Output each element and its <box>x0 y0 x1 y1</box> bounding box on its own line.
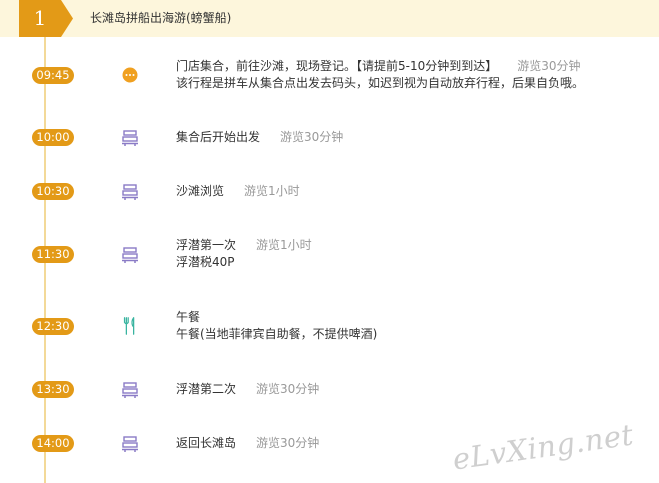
time-badge: 11:30 <box>32 246 74 263</box>
item-text: 浮潜第二次 游览30分钟 <box>176 381 319 398</box>
item-note: 浮潜税40P <box>176 255 235 269</box>
bus-icon <box>122 184 138 200</box>
time-badge: 14:00 <box>32 435 74 452</box>
item-text: 沙滩浏览 游览1小时 <box>176 183 300 200</box>
item-title: 浮潜第二次 <box>176 382 237 396</box>
time-badge: 10:00 <box>32 129 74 146</box>
item-text: 返回长滩岛 游览30分钟 <box>176 435 319 452</box>
bus-icon <box>122 130 138 146</box>
time-badge: 13:30 <box>32 381 74 398</box>
more-icon <box>122 67 138 83</box>
item-text: 门店集合，前往沙滩，现场登记。【请提前5-10分钟到到达】 游览30分钟 该行程是… <box>176 58 584 92</box>
item-duration: 游览30分钟 <box>280 130 344 144</box>
meal-icon <box>123 317 135 335</box>
item-title: 浮潜第一次 <box>176 238 237 252</box>
item-text: 集合后开始出发 游览30分钟 <box>176 129 343 146</box>
item-note: 午餐(当地菲律宾自助餐，不提供啤酒) <box>176 327 378 341</box>
day-header: 1 长滩岛拼船出海游(螃蟹船) <box>0 0 659 37</box>
day-title: 长滩岛拼船出海游(螃蟹船) <box>90 11 232 25</box>
item-title: 集合后开始出发 <box>176 130 261 144</box>
watermark: eLvXing.net <box>450 417 636 477</box>
time-badge: 12:30 <box>32 318 74 335</box>
time-badge: 09:45 <box>32 67 74 84</box>
bus-icon <box>122 436 138 452</box>
item-duration: 游览1小时 <box>256 238 312 252</box>
item-duration: 游览30分钟 <box>256 436 320 450</box>
item-duration: 游览1小时 <box>244 184 300 198</box>
item-text: 午餐 午餐(当地菲律宾自助餐，不提供啤酒) <box>176 309 377 343</box>
item-duration: 游览30分钟 <box>256 382 320 396</box>
time-badge: 10:30 <box>32 183 74 200</box>
bus-icon <box>122 247 138 263</box>
item-title: 沙滩浏览 <box>176 184 225 198</box>
item-title: 门店集合，前往沙滩，现场登记。【请提前5-10分钟到到达】 <box>176 59 498 73</box>
bus-icon <box>122 382 138 398</box>
day-number: 1 <box>33 6 47 30</box>
item-text: 浮潜第一次 游览1小时 浮潜税40P <box>176 237 312 271</box>
item-title: 午餐 <box>176 310 201 324</box>
item-title: 返回长滩岛 <box>176 436 237 450</box>
item-note: 该行程是拼车从集合点出发去码头，如迟到视为自动放弃行程，后果自负哦。 <box>176 76 585 90</box>
item-duration: 游览30分钟 <box>517 59 581 73</box>
